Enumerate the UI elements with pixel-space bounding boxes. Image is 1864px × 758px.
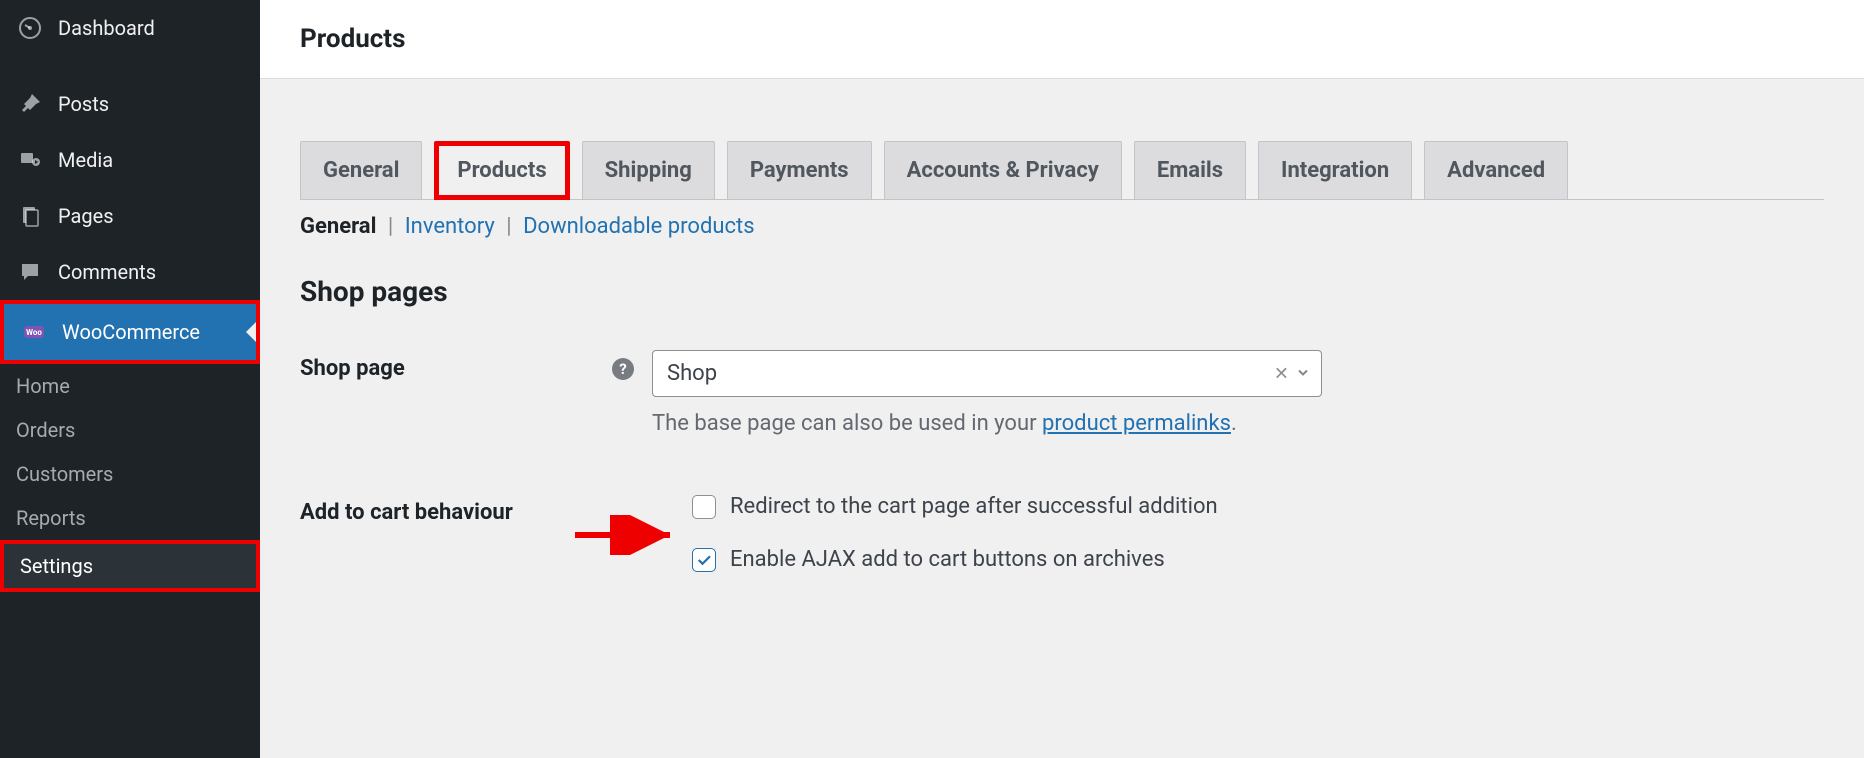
dashboard-icon	[16, 14, 44, 42]
media-icon	[16, 146, 44, 174]
sidebar-item-woocommerce[interactable]: Woo WooCommerce	[4, 304, 256, 360]
settings-tabs: General Products Shipping Payments Accou…	[300, 141, 1824, 200]
tab-payments[interactable]: Payments	[727, 141, 872, 199]
woocommerce-icon: Woo	[20, 318, 48, 346]
svg-text:Woo: Woo	[26, 328, 42, 337]
subtab-inventory[interactable]: Inventory	[405, 214, 495, 239]
clear-icon[interactable]: ✕	[1274, 363, 1289, 384]
admin-sidebar: Dashboard Posts Media Pages Comments Woo…	[0, 0, 260, 758]
section-heading-shop-pages: Shop pages	[300, 275, 1824, 308]
sidebar-item-posts[interactable]: Posts	[0, 76, 260, 132]
submenu-home[interactable]: Home	[0, 364, 260, 408]
sidebar-label: Dashboard	[58, 16, 155, 40]
pages-icon	[16, 202, 44, 230]
sidebar-label: Posts	[58, 92, 109, 116]
sidebar-label: Media	[58, 148, 113, 172]
product-permalinks-link[interactable]: product permalinks	[1042, 411, 1231, 436]
main-content: Products General Products Shipping Payme…	[260, 0, 1864, 758]
page-title: Products	[300, 24, 405, 54]
comment-icon	[16, 258, 44, 286]
submenu-orders[interactable]: Orders	[0, 408, 260, 452]
sidebar-label: Comments	[58, 260, 156, 284]
tab-emails[interactable]: Emails	[1134, 141, 1246, 199]
tab-accounts[interactable]: Accounts & Privacy	[884, 141, 1122, 199]
shop-page-help: The base page can also be used in your p…	[652, 411, 1824, 436]
page-header: Products	[260, 0, 1864, 79]
tab-shipping[interactable]: Shipping	[582, 141, 715, 199]
sidebar-item-comments[interactable]: Comments	[0, 244, 260, 300]
help-icon[interactable]: ?	[612, 358, 634, 380]
sidebar-item-media[interactable]: Media	[0, 132, 260, 188]
cart-behaviour-label: Add to cart behaviour	[300, 494, 652, 525]
tab-general[interactable]: General	[300, 141, 422, 199]
sidebar-item-dashboard[interactable]: Dashboard	[0, 0, 260, 56]
redirect-checkbox[interactable]	[692, 495, 716, 519]
pin-icon	[16, 90, 44, 118]
ajax-checkbox[interactable]	[692, 548, 716, 572]
submenu-settings[interactable]: Settings	[4, 544, 256, 588]
shop-page-value: Shop	[667, 361, 717, 386]
tab-products[interactable]: Products	[434, 141, 569, 200]
shop-page-label: Shop page ?	[300, 350, 652, 381]
subtab-general[interactable]: General	[300, 214, 376, 239]
subtab-downloadable[interactable]: Downloadable products	[523, 214, 754, 239]
redirect-label: Redirect to the cart page after successf…	[730, 494, 1218, 519]
submenu-reports[interactable]: Reports	[0, 496, 260, 540]
ajax-label: Enable AJAX add to cart buttons on archi…	[730, 547, 1165, 572]
tab-integration[interactable]: Integration	[1258, 141, 1412, 199]
sidebar-label: WooCommerce	[62, 320, 200, 344]
sidebar-label: Pages	[58, 204, 114, 228]
settings-subtabs: General | Inventory | Downloadable produ…	[300, 214, 1824, 239]
sidebar-item-pages[interactable]: Pages	[0, 188, 260, 244]
shop-page-select[interactable]: Shop ✕	[652, 350, 1322, 397]
submenu-customers[interactable]: Customers	[0, 452, 260, 496]
tab-advanced[interactable]: Advanced	[1424, 141, 1568, 199]
chevron-down-icon	[1295, 361, 1311, 386]
